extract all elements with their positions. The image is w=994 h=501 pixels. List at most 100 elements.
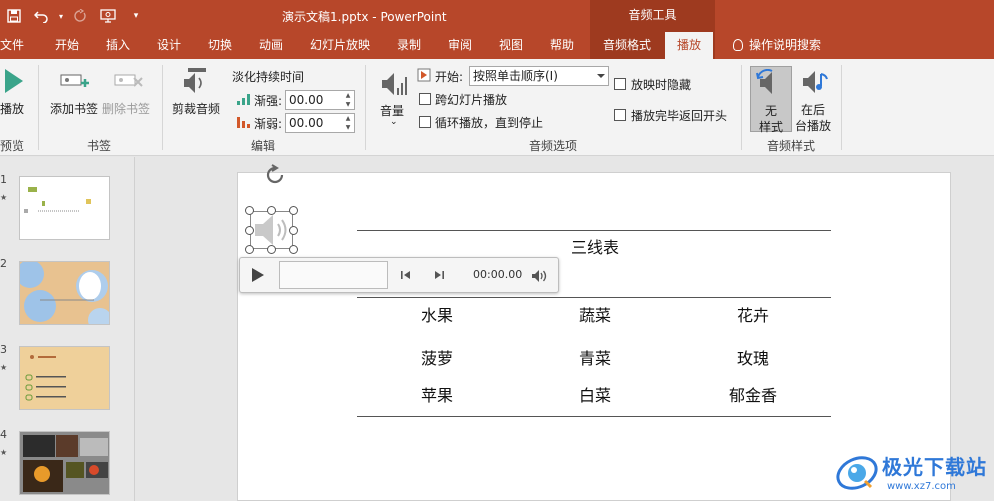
animation-star-icon: ★ [0,363,8,372]
tab-home[interactable]: 开始 [55,32,79,59]
present-from-start-icon[interactable] [94,0,122,32]
chevron-down-icon [597,74,605,78]
table-header-cell[interactable]: 蔬菜 [545,302,645,326]
resize-handle[interactable] [289,226,298,235]
table-header-cell[interactable]: 水果 [387,302,487,326]
group-label-editing: 编辑 [251,139,276,153]
fade-in-label: 渐强: [254,94,283,108]
slide-thumbnail-2-content [20,262,109,324]
tab-view[interactable]: 视图 [499,32,523,59]
tab-design[interactable]: 设计 [157,32,181,59]
table-bottom-rule [357,416,831,417]
fade-out-spinner-icon[interactable]: ▲ ▼ [342,114,354,132]
trim-audio-button[interactable]: 剪裁音频 [170,67,224,119]
tell-me-search[interactable]: 操作说明搜索 [733,32,821,59]
animation-star-icon: ★ [0,448,8,457]
tab-review[interactable]: 审阅 [448,32,472,59]
play-across-slides-checkbox[interactable] [419,93,431,105]
play-icon [5,69,23,93]
hide-during-show-label: 放映时隐藏 [631,78,692,92]
fade-in-field[interactable]: 00.00 ▲ ▼ [285,90,355,110]
watermark-logo-icon [836,456,878,490]
table-header-rule [357,297,831,298]
resize-handle[interactable] [245,245,254,254]
player-play-icon[interactable] [250,267,266,283]
resize-handle[interactable] [289,206,298,215]
slide-thumbnail-pane[interactable]: 1 ★ 2 3 ★ 4 ★ [0,157,135,501]
group-separator [365,65,366,150]
save-icon[interactable] [0,0,28,32]
start-label: 开始: [435,70,464,84]
hide-during-show-checkbox[interactable] [614,78,626,90]
resize-handle[interactable] [245,206,254,215]
play-across-slides-label: 跨幻灯片播放 [435,93,508,107]
audio-tools-context-label: 音频工具 [590,0,715,32]
tab-playback[interactable]: 播放 [665,32,714,59]
group-separator [162,65,163,150]
tab-transitions[interactable]: 切换 [208,32,232,59]
group-separator [841,65,842,150]
skip-forward-icon[interactable] [433,269,445,281]
resize-handle[interactable] [267,245,276,254]
play-in-background-label-line2: 台播放 [795,119,832,133]
tab-audio-format[interactable]: 音频格式 [603,32,651,59]
table-caption[interactable]: 三线表 [545,234,645,258]
fade-out-value: 00.00 [289,116,324,130]
start-select[interactable]: 按照单击顺序(I) [469,66,609,86]
table-cell[interactable]: 白菜 [545,382,645,406]
fade-in-spinner-icon[interactable]: ▲ ▼ [342,91,354,109]
lightbulb-icon [733,39,743,51]
customize-qat-icon[interactable]: ▾ [122,0,150,32]
slide-thumbnail-3[interactable] [19,346,110,410]
tab-file[interactable]: 文件 [0,32,24,59]
skip-back-icon[interactable] [400,269,412,281]
slide-thumbnail-3-content [25,355,66,401]
player-volume-icon[interactable] [531,269,547,283]
watermark-name: 极光下载站 [882,455,987,479]
undo-dropdown-icon[interactable]: ▾ [56,0,66,32]
title-bar: ▾ ▾ 演示文稿1.pptx - PowerPoint 音频工具 [0,0,994,32]
slide-thumbnail-4[interactable] [19,431,110,495]
add-bookmark-button[interactable]: 添加书签 [48,67,100,119]
rewind-after-playing-checkbox[interactable] [614,109,626,121]
thumbnail-number: 2 [0,257,7,270]
slide-thumbnail-2[interactable] [19,261,110,325]
tab-record[interactable]: 录制 [397,32,421,59]
no-style-label-line1: 无 [765,104,778,118]
remove-bookmark-button[interactable]: 删除书签 [102,67,154,119]
no-style-button[interactable]: 无 样式 [750,66,792,134]
table-cell[interactable]: 苹果 [387,382,487,406]
play-button[interactable]: 播放 [0,67,30,119]
table-top-rule [357,230,831,231]
slide-thumbnail-1[interactable] [19,176,110,240]
rotate-handle-icon[interactable] [262,163,288,189]
tab-insert[interactable]: 插入 [106,32,130,59]
play-in-background-label-line1: 在后 [801,103,826,117]
table-cell[interactable]: 郁金香 [703,382,803,406]
play-in-background-button[interactable]: 在后 台播放 [795,66,837,133]
speaker-icon[interactable] [251,212,291,248]
thumbnail-number: 4 [0,428,7,441]
tab-help[interactable]: 帮助 [550,32,574,59]
resize-handle[interactable] [267,206,276,215]
slide-thumbnail-1-content [24,187,91,213]
loop-until-stopped-checkbox[interactable] [419,116,431,128]
volume-button[interactable]: 音量 ⌄ [374,67,414,133]
watermark: 极光下载站 www.xz7.com [835,447,994,501]
table-cell[interactable]: 青菜 [545,345,645,369]
tab-animations[interactable]: 动画 [259,32,283,59]
no-style-icon [756,69,773,94]
audio-player-bar: 00:00.00 [239,257,559,293]
playback-progress-track[interactable] [279,261,388,289]
resize-handle[interactable] [245,226,254,235]
table-cell[interactable]: 菠萝 [387,345,487,369]
table-cell[interactable]: 玫瑰 [703,345,803,369]
slide-thumbnail-4-content [20,432,109,494]
table-header-cell[interactable]: 花卉 [703,302,803,326]
tab-slideshow[interactable]: 幻灯片放映 [310,32,370,59]
undo-icon[interactable] [28,0,56,32]
resize-handle[interactable] [289,245,298,254]
fade-out-label: 渐弱: [254,117,283,131]
fade-out-field[interactable]: 00.00 ▲ ▼ [285,113,355,133]
redo-icon[interactable] [66,0,94,32]
